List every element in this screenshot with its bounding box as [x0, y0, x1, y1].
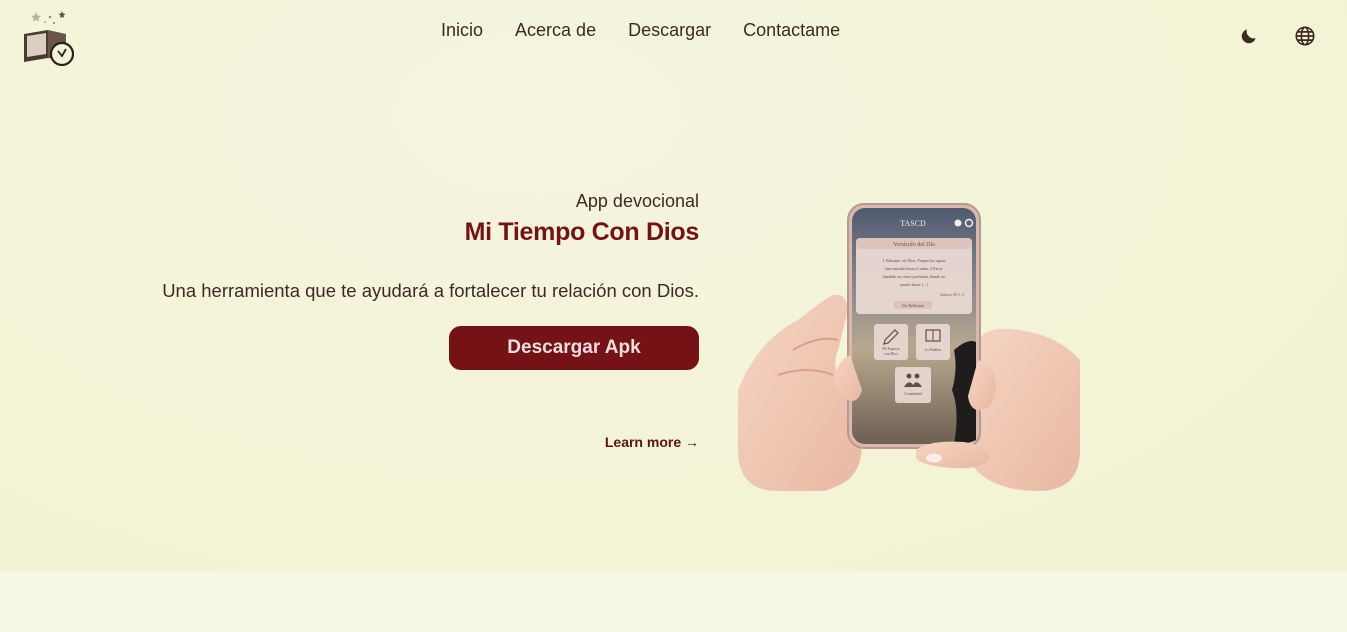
moon-icon	[1241, 29, 1256, 44]
phone-in-hands-image: TASCD Versículo del Día 1 Sálvame, oh Di…	[738, 200, 1080, 491]
svg-text:Comunidad: Comunidad	[904, 392, 922, 396]
nav-acerca-de[interactable]: Acerca de	[515, 20, 596, 41]
svg-text:La Palabra: La Palabra	[925, 348, 942, 352]
svg-text:Versículo del Día: Versículo del Día	[893, 242, 935, 248]
nav-contactame[interactable]: Contactame	[743, 20, 840, 41]
nav-inicio[interactable]: Inicio	[441, 20, 483, 41]
svg-text:puedo hacer [...]: puedo hacer [...]	[900, 282, 928, 287]
next-section-band	[0, 572, 1347, 632]
phone-app-title: TASCD	[900, 219, 926, 228]
globe-icon	[1295, 26, 1315, 46]
language-button[interactable]	[1293, 24, 1317, 48]
hero-description: Una herramienta que te ayudará a fortale…	[162, 280, 699, 301]
main-nav: Inicio Acerca de Descargar Contactame	[441, 18, 840, 42]
svg-text:Mi Espacio: Mi Espacio	[882, 347, 900, 351]
download-apk-button[interactable]: Descargar Apk	[449, 326, 699, 370]
theme-toggle-button[interactable]	[1237, 24, 1261, 48]
learn-more-link[interactable]: Learn more →	[605, 434, 699, 450]
svg-text:han entrado hasta el alma. 2 E: han entrado hasta el alma. 2 Estoy	[885, 266, 943, 271]
nav-descargar[interactable]: Descargar	[628, 20, 711, 41]
page-title: Mi Tiempo Con Dios	[464, 218, 700, 246]
svg-text:con Dios: con Dios	[884, 352, 898, 356]
svg-text:Ver Reflexión: Ver Reflexión	[902, 303, 924, 308]
hero-subtitle: App devocional	[575, 191, 699, 211]
book-clock-logo[interactable]	[20, 8, 80, 67]
